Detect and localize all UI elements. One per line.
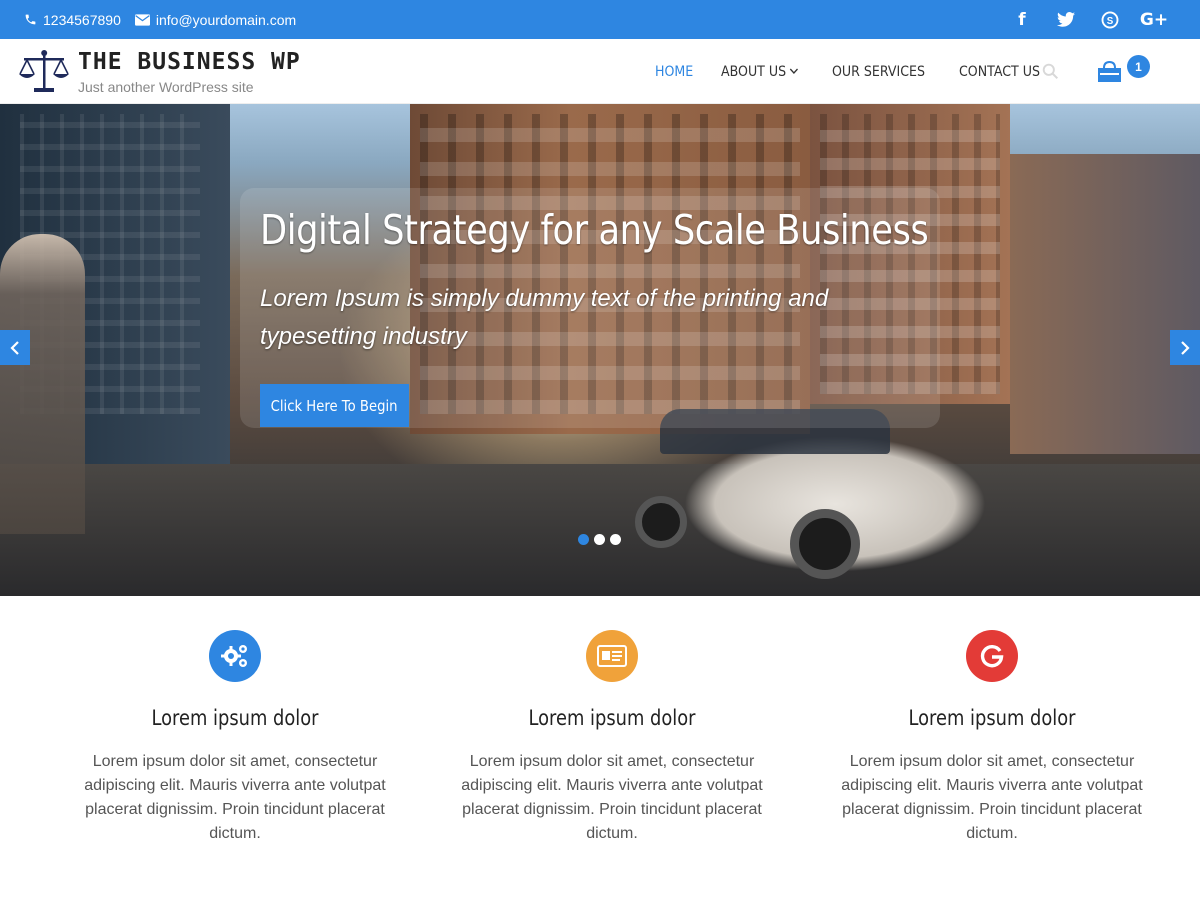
nav-item-contact-us[interactable]: CONTACT US [959, 64, 1040, 80]
feature-text: Lorem ipsum dolor sit amet, consectetur … [84, 753, 386, 842]
feature-icon-circle [209, 630, 261, 682]
pedestrian [0, 234, 85, 534]
feature-text: Lorem ipsum dolor sit amet, consectetur … [841, 753, 1143, 842]
slider-dot-2[interactable] [594, 534, 605, 545]
feature-card-3: Lorem ipsum dolor Lorem ipsum dolor sit … [812, 630, 1172, 846]
site-header: THE BUSINESS WP Just another WordPress s… [0, 39, 1200, 104]
chevron-left-icon [10, 340, 19, 355]
id-card-icon [597, 645, 627, 667]
nav-home-label: HOME [655, 63, 694, 80]
phone-icon [25, 14, 36, 25]
google-plus-icon[interactable]: G+ [1140, 10, 1168, 30]
google-plus-glyph: G+ [1139, 9, 1169, 30]
site-tagline: Just another WordPress site [78, 79, 254, 95]
site-title[interactable]: THE BUSINESS WP [78, 49, 301, 75]
wheel-left [635, 496, 687, 548]
nav-item-home[interactable]: HOME [655, 64, 693, 80]
email-address: info@yourdomain.com [155, 11, 297, 28]
phone-number: 1234567890 [43, 11, 121, 28]
slider-dots [578, 534, 626, 545]
svg-text:S: S [1107, 15, 1114, 26]
feature-title: Lorem ipsum dolor [151, 706, 319, 730]
top-bar: 1234567890 info@yourdomain.com f S G+ [0, 0, 1200, 39]
feature-card-1: Lorem ipsum dolor Lorem ipsum dolor sit … [55, 630, 415, 846]
email-contact[interactable]: info@yourdomain.com [134, 11, 297, 28]
contact-info: 1234567890 info@yourdomain.com [24, 0, 310, 39]
feature-card-2: Lorem ipsum dolor Lorem ipsum dolor sit … [432, 630, 792, 846]
slider-prev-button[interactable] [0, 330, 30, 365]
feature-text: Lorem ipsum dolor sit amet, consectetur … [461, 753, 763, 842]
slider-dot-1[interactable] [578, 534, 589, 545]
slider-dot-3[interactable] [610, 534, 621, 545]
gears-icon [221, 645, 247, 667]
skype-icon[interactable]: S [1100, 10, 1120, 30]
nav-item-our-services[interactable]: OUR SERVICES [832, 64, 925, 80]
slider-next-button[interactable] [1170, 330, 1200, 365]
feature-icon-circle [586, 630, 638, 682]
hero-slider: Digital Strategy for any Scale Business … [0, 104, 1200, 596]
facebook-glyph: f [1018, 9, 1026, 30]
facebook-icon[interactable]: f [1012, 10, 1032, 30]
google-icon [980, 645, 1004, 668]
envelope-icon [134, 13, 150, 26]
hero-button-label: Click Here To Begin [271, 396, 398, 415]
chevron-right-icon [1181, 340, 1190, 355]
click-here-to-begin-button[interactable]: Click Here To Begin [260, 384, 409, 427]
feature-title: Lorem ipsum dolor [528, 706, 696, 730]
feature-title: Lorem ipsum dolor [908, 706, 1076, 730]
feature-icon-circle [966, 630, 1018, 682]
nav-contact-label: CONTACT US [959, 63, 1041, 80]
hero-subtitle: Lorem Ipsum is simply dummy text of the … [260, 285, 829, 350]
nav-item-about-us[interactable]: ABOUT US [721, 64, 799, 80]
hero-title: Digital Strategy for any Scale Business [260, 206, 929, 254]
phone-contact[interactable]: 1234567890 [24, 12, 121, 28]
nav-services-label: OUR SERVICES [831, 63, 925, 80]
chevron-down-icon [790, 68, 799, 75]
social-links: f S G+ [988, 0, 1168, 39]
main-nav: HOME ABOUT US OUR SERVICES CONTACT US [655, 39, 1073, 104]
wheel-right [790, 509, 860, 579]
building-far-right [1010, 154, 1200, 454]
cart-count-badge: 1 [1127, 55, 1150, 78]
search-icon[interactable] [1042, 63, 1059, 80]
scales-logo-icon[interactable] [18, 49, 70, 95]
twitter-icon[interactable] [1056, 10, 1076, 30]
shopping-bag-icon[interactable] [1097, 61, 1122, 83]
nav-about-label: ABOUT US [721, 63, 787, 80]
